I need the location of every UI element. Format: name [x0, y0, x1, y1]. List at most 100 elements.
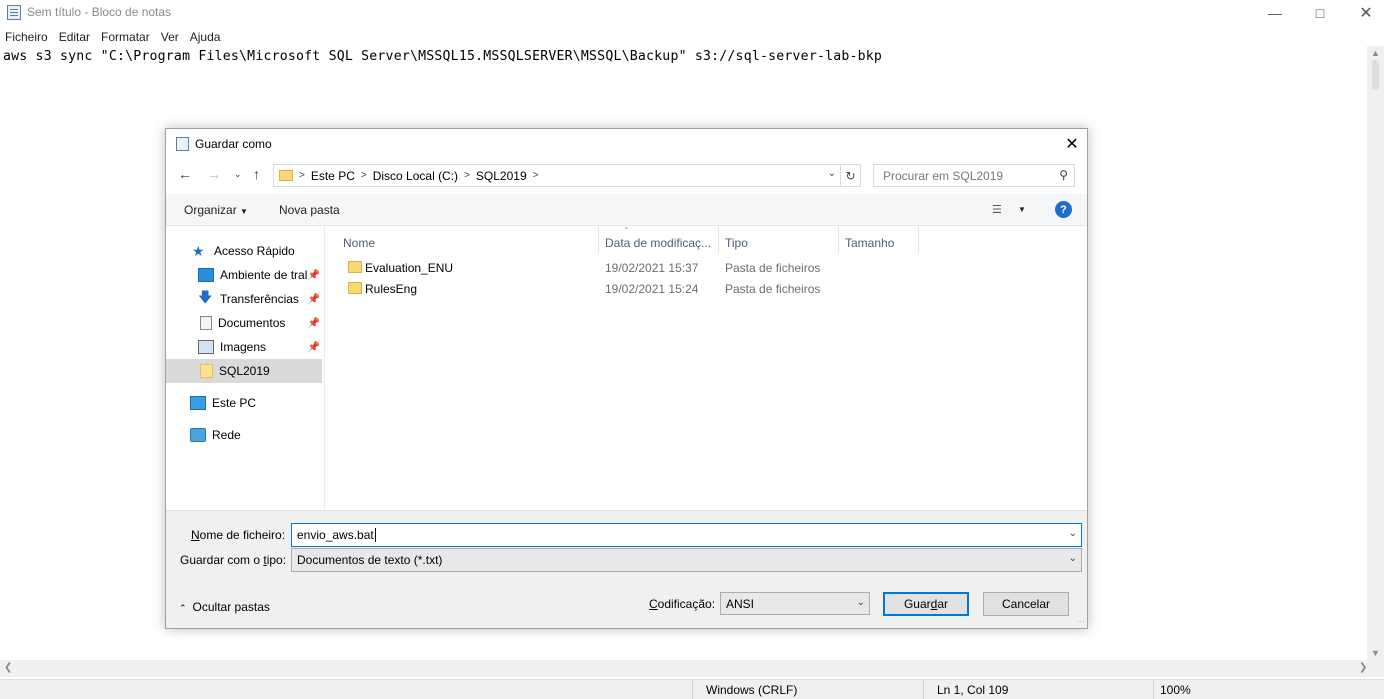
vertical-scrollbar[interactable]: ▲ ▼ [1367, 46, 1384, 660]
file-name: Evaluation_ENU [365, 261, 454, 275]
filename-label-text: ome de ficheiro: [199, 528, 286, 542]
filename-input[interactable]: envio_aws.bat ⌄ [291, 523, 1082, 547]
column-separator[interactable] [918, 227, 919, 253]
file-list: ⌃ Nome Data de modificaç... Tipo Tamanho… [326, 226, 1087, 509]
column-header-name[interactable]: Nome [326, 227, 598, 253]
search-icon: ⚲ [1059, 168, 1068, 182]
close-icon[interactable]: ✕ [1343, 0, 1384, 26]
scroll-right-icon[interactable]: ❯ [1359, 662, 1367, 673]
scroll-thumb[interactable] [1372, 60, 1379, 90]
chevron-right-icon[interactable]: > [533, 170, 539, 181]
scroll-down-icon[interactable]: ▼ [1371, 648, 1380, 658]
breadcrumb-sql2019[interactable]: SQL2019 [476, 169, 527, 183]
dialog-footer: Nome de ficheiro: envio_aws.bat ⌄ Guarda… [166, 510, 1087, 628]
file-type-value: Documentos de texto (*.txt) [297, 553, 443, 567]
save-button[interactable]: Guar d ar [883, 592, 969, 616]
nav-item-label: Documentos [218, 316, 286, 330]
encoding-label-accel: C [649, 597, 658, 611]
column-header-size[interactable]: Tamanho [828, 227, 918, 253]
nav-item-documents[interactable]: Documentos 📌 [198, 311, 322, 335]
help-icon[interactable]: ? [1055, 201, 1072, 218]
refresh-icon[interactable]: ↻ [841, 164, 861, 187]
network-icon [190, 428, 206, 442]
menu-view[interactable]: Ver [156, 28, 185, 46]
column-header-type[interactable]: Tipo [708, 227, 838, 253]
window-title: Sem título - Bloco de notas [27, 5, 172, 19]
nav-item-sql2019[interactable]: SQL2019 [166, 359, 322, 383]
column-header-date[interactable]: Data de modificaç... [588, 227, 718, 253]
close-icon[interactable]: ✕ [1057, 129, 1087, 159]
pin-icon: 📌 [307, 341, 320, 353]
file-type: Pasta de ficheiros [725, 261, 821, 275]
minimize-icon[interactable]: — [1252, 0, 1298, 26]
breadcrumb-this-pc[interactable]: Este PC [311, 169, 355, 183]
recent-locations-icon[interactable]: ⌄ [234, 169, 242, 180]
save-label: Guar [903, 597, 931, 611]
menu-format[interactable]: Formatar [96, 28, 156, 46]
download-icon: 🡇 [198, 289, 213, 305]
address-row: ← → ⌄ ↑ > Este PC > Disco Local (C:) > S… [166, 163, 1087, 189]
nav-this-pc[interactable]: Este PC [190, 391, 256, 415]
editor-text[interactable]: aws s3 sync "C:\Program Files\Microsoft … [3, 49, 882, 64]
horizontal-scrollbar[interactable]: ❮ ❯ [0, 660, 1384, 677]
nav-item-label: SQL2019 [219, 364, 270, 378]
breadcrumb-disk[interactable]: Disco Local (C:) [373, 169, 458, 183]
up-icon[interactable]: ↑ [253, 166, 260, 182]
command-bar: Organizar ▼ Nova pasta ☰ ▼ ? [166, 194, 1087, 226]
address-bar[interactable]: > Este PC > Disco Local (C:) > SQL2019 >… [273, 164, 841, 187]
chevron-down-icon[interactable]: ⌄ [828, 168, 836, 179]
status-line-ending: Windows (CRLF) [706, 683, 798, 697]
notepad-title-bar: Sem título - Bloco de notas — □ ✕ [0, 0, 1384, 26]
organize-label: Organizar [184, 203, 237, 217]
folder-icon [200, 364, 213, 378]
encoding-select[interactable]: ANSI ⌄ [720, 592, 870, 615]
menu-edit[interactable]: Editar [54, 28, 96, 46]
encoding-label-text: odificação: [657, 597, 716, 611]
scroll-left-icon[interactable]: ❮ [4, 662, 12, 673]
forward-icon[interactable]: → [207, 166, 221, 182]
chevron-down-icon[interactable]: ⌄ [1069, 528, 1077, 539]
nav-network[interactable]: Rede [190, 423, 241, 447]
navigation-pane: ★ Acesso Rápido Ambiente de tral 📌 🡇 Tra… [166, 227, 325, 509]
file-type: Pasta de ficheiros [725, 282, 821, 296]
chevron-right-icon[interactable]: > [464, 170, 470, 181]
organize-button[interactable]: Organizar ▼ [184, 203, 248, 217]
folder-icon [279, 170, 293, 181]
file-row[interactable]: RulesEng 19/02/2021 15:24 Pasta de fiche… [326, 278, 1087, 299]
hide-folders-button[interactable]: ⌃ Ocultar pastas [179, 600, 270, 614]
new-folder-button[interactable]: Nova pasta [279, 203, 340, 217]
menu-help[interactable]: Ajuda [185, 28, 227, 46]
encoding-value: ANSI [726, 597, 755, 611]
nav-network-label: Rede [212, 428, 241, 442]
view-options-icon[interactable]: ☰ [992, 203, 1002, 216]
cancel-button[interactable]: Cancelar [983, 592, 1069, 616]
file-type-label-text: ipo: [266, 553, 287, 567]
file-row[interactable]: Evaluation_ENU 19/02/2021 15:37 Pasta de… [326, 257, 1087, 278]
status-separator [923, 680, 924, 699]
search-input[interactable]: Procurar em SQL2019 ⚲ [873, 164, 1075, 187]
nav-item-desktop[interactable]: Ambiente de tral 📌 [198, 263, 322, 287]
nav-item-pictures[interactable]: Imagens 📌 [198, 335, 322, 359]
caret-down-icon[interactable]: ▼ [1018, 205, 1026, 214]
nav-item-label: Imagens [220, 340, 267, 354]
menu-file[interactable]: Ficheiro [0, 28, 54, 46]
maximize-icon[interactable]: □ [1297, 0, 1343, 26]
nav-quick-access[interactable]: ★ Acesso Rápido [192, 239, 295, 263]
resize-grip-icon[interactable]: ⋯ [1077, 617, 1085, 626]
chevron-right-icon[interactable]: > [361, 170, 367, 181]
search-placeholder: Procurar em SQL2019 [883, 169, 1004, 183]
chevron-down-icon[interactable]: ⌄ [1069, 553, 1077, 564]
chevron-down-icon[interactable]: ⌄ [857, 597, 865, 608]
nav-item-downloads[interactable]: 🡇 Transferências 📌 [198, 287, 322, 311]
status-bar: Windows (CRLF) Ln 1, Col 109 100% [0, 679, 1384, 699]
file-type-select[interactable]: Documentos de texto (*.txt) ⌄ [291, 548, 1082, 572]
status-zoom: 100% [1160, 683, 1191, 697]
nav-this-pc-label: Este PC [212, 396, 257, 410]
notepad-icon [7, 5, 21, 20]
back-icon[interactable]: ← [178, 166, 192, 182]
chevron-right-icon[interactable]: > [299, 170, 305, 181]
scroll-up-icon[interactable]: ▲ [1371, 48, 1380, 58]
computer-icon [190, 396, 206, 410]
save-as-dialog: Guardar como ✕ ← → ⌄ ↑ > Este PC > Disco… [165, 128, 1088, 629]
dialog-title-bar: Guardar como ✕ [166, 129, 1087, 159]
